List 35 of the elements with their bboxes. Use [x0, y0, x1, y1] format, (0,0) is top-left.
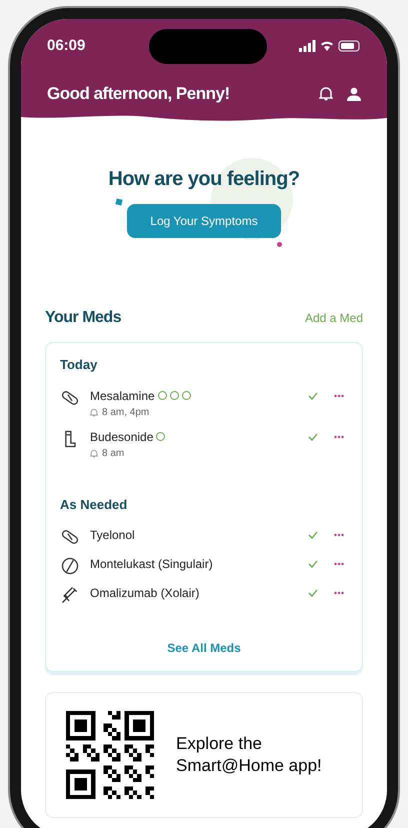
- promo-text: Explore the Smart@Home app!: [176, 733, 323, 777]
- feeling-heading: How are you feeling?: [108, 167, 300, 192]
- med-name[interactable]: Budesonide: [90, 428, 154, 446]
- check-icon[interactable]: [308, 392, 318, 400]
- profile-icon[interactable]: [347, 86, 361, 101]
- check-icon[interactable]: [308, 589, 318, 597]
- med-name[interactable]: Tyelonol: [90, 526, 135, 544]
- section-heading: As Needed: [60, 496, 128, 514]
- syringe-icon: [60, 585, 80, 605]
- see-all-meds-link[interactable]: See All Meds: [167, 639, 241, 657]
- more-options-icon[interactable]: [334, 533, 344, 537]
- med-name[interactable]: Omalizumab (Xolair): [90, 584, 200, 602]
- med-name[interactable]: Mesalamine: [90, 386, 155, 404]
- reminder-bell-icon: [90, 448, 98, 458]
- your-meds-heading: Your Meds: [45, 308, 122, 328]
- more-options-icon[interactable]: [334, 434, 344, 438]
- tablet-icon: [60, 556, 80, 576]
- check-icon[interactable]: [308, 531, 318, 539]
- status-time: 06:09: [47, 36, 86, 56]
- med-name[interactable]: Montelukast (Singulair): [90, 555, 213, 573]
- reminder-times: 8 am: [102, 446, 124, 460]
- capsule-icon: [60, 527, 80, 547]
- status-icons-drawing: [299, 40, 361, 52]
- more-options-icon[interactable]: [334, 591, 344, 595]
- log-symptoms-button[interactable]: Log Your Symptoms: [127, 204, 281, 238]
- check-icon[interactable]: [308, 560, 318, 568]
- greeting-title: Good afternoon, Penny!: [47, 83, 230, 105]
- more-options-icon[interactable]: [334, 394, 344, 398]
- section-heading: Today: [60, 356, 98, 374]
- reminder-bell-icon: [90, 408, 98, 416]
- notification-bell-icon[interactable]: [319, 86, 333, 102]
- more-options-icon[interactable]: [334, 562, 344, 566]
- check-icon[interactable]: [308, 432, 318, 440]
- reminder-times: 8 am, 4pm: [102, 406, 150, 420]
- decorative-square: [115, 198, 123, 206]
